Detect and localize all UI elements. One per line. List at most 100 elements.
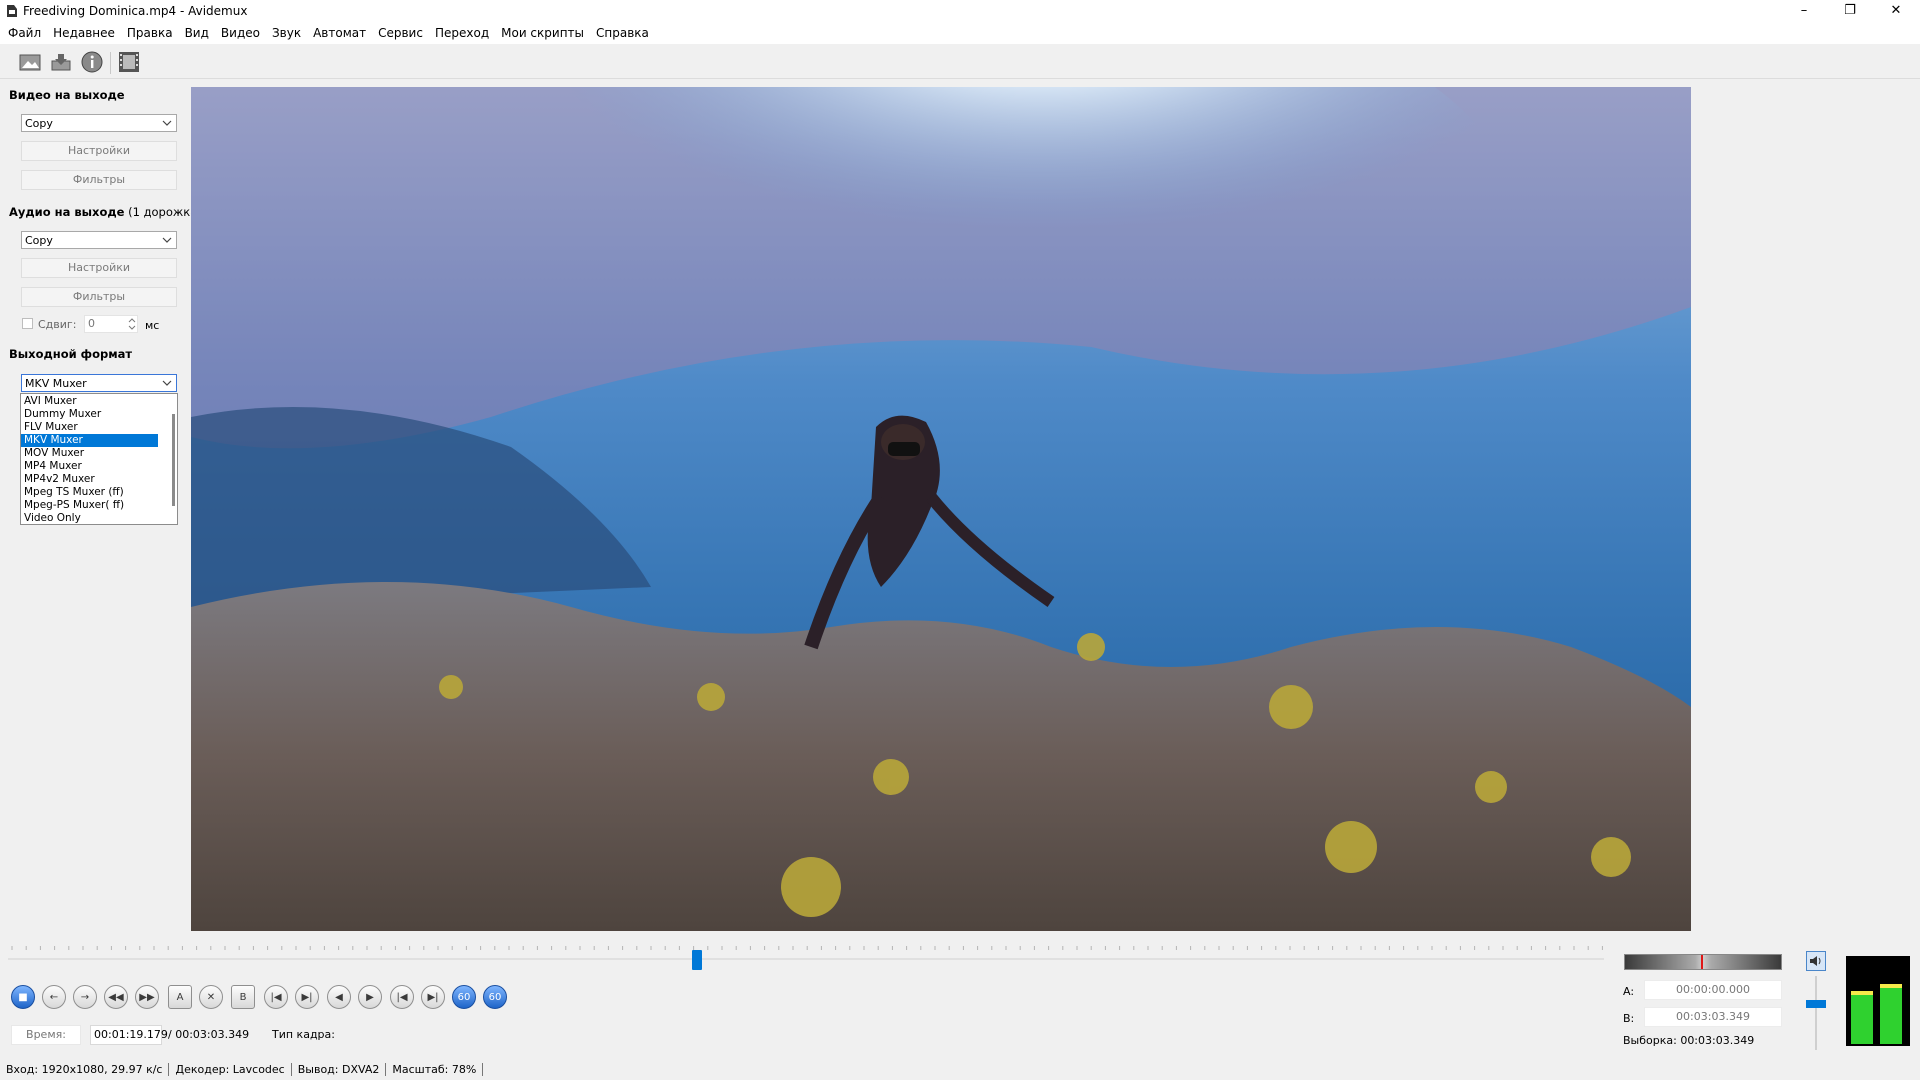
mute-button[interactable] [1806,951,1826,971]
spinner-arrows-icon[interactable] [127,317,137,331]
step-back-button[interactable]: ← [42,985,66,1009]
menu-go[interactable]: Переход [429,26,495,40]
menu-auto[interactable]: Автомат [307,26,372,40]
menu-view[interactable]: Вид [179,26,215,40]
menu-custom-scripts[interactable]: Мои скрипты [495,26,590,40]
menu-audio[interactable]: Звук [266,26,307,40]
set-marker-a-button[interactable]: A [168,985,192,1009]
set-marker-b-button[interactable]: B [231,985,255,1009]
marker-b-value: 00:03:03.349 [1644,1007,1782,1027]
properties-button[interactable] [79,50,105,74]
marker-b-label: B: [1623,1012,1635,1025]
volume-slider-handle[interactable] [1806,1000,1826,1009]
timeline-slider[interactable] [8,943,1604,965]
muxer-select[interactable]: MKV Muxer [21,374,177,392]
menu-tools[interactable]: Сервис [372,26,429,40]
video-codec-select[interactable]: Copy [21,114,177,132]
fast-forward-button[interactable]: ▶▶ [135,985,159,1009]
next-keyframe-icon: ▶| [301,991,313,1003]
muxer-dropdown-list: AVI Muxer Dummy Muxer FLV Muxer MKV Muxe… [20,393,178,525]
step-forward-button[interactable]: → [73,985,97,1009]
current-time-input[interactable]: 00:01:19.179 [90,1025,168,1045]
back-60-button[interactable]: 60 [452,985,476,1009]
muxer-selected-value: MKV Muxer [25,377,87,390]
menu-file[interactable]: Файл [2,26,47,40]
muxer-option-flv[interactable]: FLV Muxer [21,421,158,434]
forward-60-button[interactable]: 60 [483,985,507,1009]
audio-filters-button[interactable]: Фильтры [21,287,177,307]
avidemux-app-icon [7,5,17,17]
selection-duration: Выборка: 00:03:03.349 [1623,1034,1755,1047]
total-time: / 00:03:03.349 [168,1028,250,1041]
filmstrip-button[interactable] [116,50,142,74]
save-video-icon [51,54,71,71]
status-input-info: Вход: 1920x1080, 29.97 к/с [6,1062,163,1076]
close-button[interactable]: ✕ [1873,0,1919,22]
stop-button[interactable]: ■ [11,985,35,1009]
shift-input[interactable]: 0 [84,315,138,333]
menu-video[interactable]: Видео [215,26,266,40]
jog-shuttle[interactable] [1624,954,1782,970]
step-forward-icon: → [80,991,90,1003]
prev-black-frame-icon: ◀ [335,991,343,1003]
muxer-option-avi[interactable]: AVI Muxer [21,395,158,408]
menu-edit[interactable]: Правка [121,26,179,40]
timeline-position-handle[interactable] [692,950,703,970]
video-output-title: Видео на выходе [9,88,125,102]
minimize-button[interactable]: – [1781,0,1827,22]
dropdown-scrollbar[interactable] [172,414,175,506]
video-codec-value: Copy [25,117,53,130]
delete-selection-button[interactable]: ✕ [199,985,223,1009]
audio-codec-select[interactable]: Copy [21,231,177,249]
maximize-button[interactable]: ❐ [1827,0,1873,22]
rewind-button[interactable]: ◀◀ [104,985,128,1009]
video-settings-button[interactable]: Настройки [21,141,177,161]
audio-settings-button[interactable]: Настройки [21,258,177,278]
video-filters-button[interactable]: Фильтры [21,170,177,190]
status-decoder: Декодер: Lavcodec [175,1062,285,1076]
prev-keyframe-button[interactable]: |◀ [264,985,288,1009]
properties-icon [81,51,103,73]
menu-help[interactable]: Справка [590,26,655,40]
muxer-option-video-only[interactable]: Video Only [21,512,158,525]
next-keyframe-button[interactable]: ▶| [295,985,319,1009]
video-frame-image [191,87,1691,931]
rewind-icon: ◀◀ [108,991,124,1003]
next-black-frame-button[interactable]: ▶ [358,985,382,1009]
set-marker-b-icon: B [239,991,247,1003]
chevron-down-icon [162,237,172,243]
set-marker-a-icon: A [176,991,184,1003]
muxer-option-mp4[interactable]: MP4 Muxer [21,460,158,473]
muxer-option-mp4v2[interactable]: MP4v2 Muxer [21,473,158,486]
open-video-button[interactable] [17,50,43,74]
volume-track[interactable] [1815,976,1817,1050]
menu-bar: Файл Недавнее Правка Вид Видео Звук Авто… [0,22,1920,44]
forward-60-icon: 60 [488,991,502,1003]
muxer-option-mpeg-ps[interactable]: Mpeg-PS Muxer( ff) [21,499,158,512]
muxer-option-mkv[interactable]: MKV Muxer [21,434,158,447]
time-label: Время: [11,1025,81,1045]
fast-forward-icon: ▶▶ [139,991,155,1003]
status-separator [482,1062,484,1076]
toolbar [0,44,1920,79]
meter-left-channel [1851,990,1873,1044]
chevron-down-icon [162,120,172,126]
go-last-frame-button[interactable]: ▶| [421,985,445,1009]
go-first-frame-icon: |◀ [396,991,408,1003]
shift-checkbox[interactable] [22,318,33,329]
muxer-option-dummy[interactable]: Dummy Muxer [21,408,158,421]
shift-unit: мс [145,319,160,332]
output-format-title: Выходной формат [9,347,133,361]
save-video-button[interactable] [48,50,74,74]
stop-icon: ■ [18,991,28,1003]
prev-black-frame-button[interactable]: ◀ [327,985,351,1009]
muxer-option-mpeg-ts[interactable]: Mpeg TS Muxer (ff) [21,486,158,499]
status-scale: Масштаб: 78% [392,1062,477,1076]
back-60-icon: 60 [457,991,471,1003]
shift-label: Сдвиг: [38,318,77,331]
menu-recent[interactable]: Недавнее [47,26,121,40]
marker-a-value: 00:00:00.000 [1644,980,1782,1000]
title-bar: Freediving Dominica.mp4 - Avidemux – ❐ ✕ [0,0,1920,22]
go-first-frame-button[interactable]: |◀ [390,985,414,1009]
muxer-option-mov[interactable]: MOV Muxer [21,447,158,460]
